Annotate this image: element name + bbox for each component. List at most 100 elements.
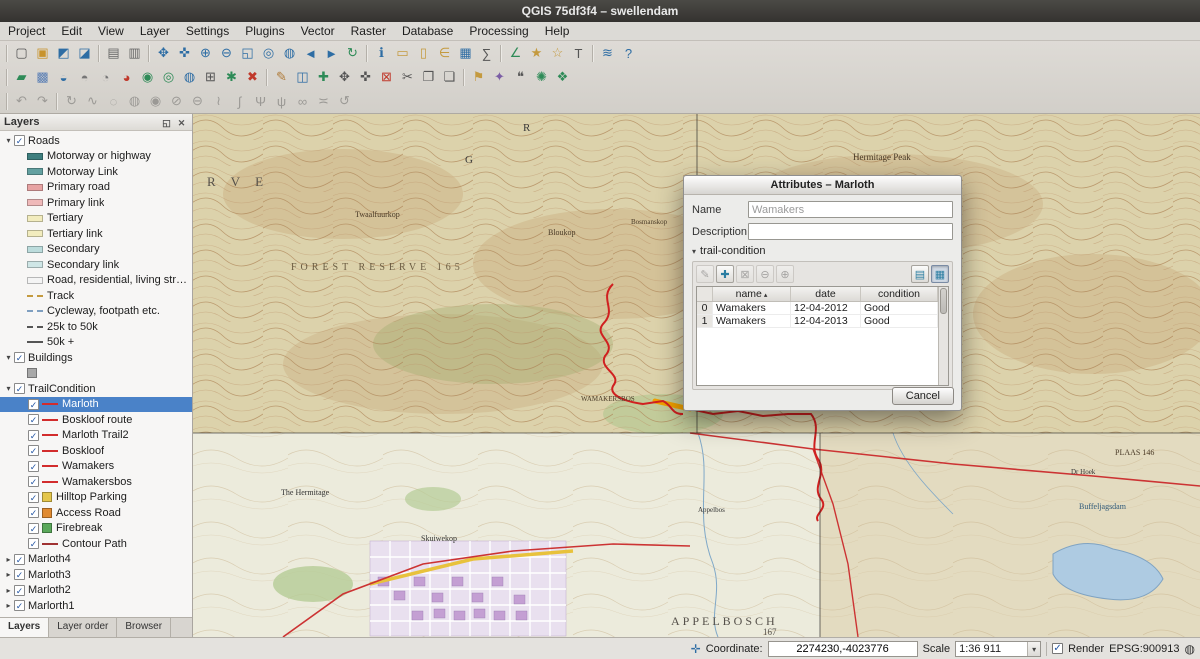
- layer-item[interactable]: 25k to 50k: [0, 319, 192, 335]
- scrollbar-thumb[interactable]: [940, 288, 947, 314]
- layer-checkbox[interactable]: ✓: [14, 383, 25, 394]
- composer-manager-icon[interactable]: ▥: [124, 43, 145, 64]
- render-checkbox[interactable]: ✓: [1052, 643, 1063, 654]
- close-panel-icon[interactable]: ✕: [175, 116, 188, 129]
- deselect-features-icon[interactable]: ▯: [413, 43, 434, 64]
- zoom-next-icon[interactable]: ►: [321, 43, 342, 64]
- pan-to-selection-icon[interactable]: ✜: [174, 43, 195, 64]
- rotate-feature-icon[interactable]: ↻: [61, 91, 82, 112]
- add-raster-layer-icon[interactable]: ▩: [32, 67, 53, 88]
- layer-checkbox[interactable]: ✓: [28, 476, 39, 487]
- layer-checkbox[interactable]: ✓: [14, 352, 25, 363]
- menu-item[interactable]: Plugins: [237, 24, 292, 38]
- open-project-icon[interactable]: ▣: [32, 43, 53, 64]
- redo-icon[interactable]: ↷: [32, 91, 53, 112]
- table-row[interactable]: 1 Wamakers 12-04-2013 Good: [697, 315, 938, 328]
- layer-checkbox[interactable]: ✓: [14, 569, 25, 580]
- undo-icon[interactable]: ↶: [11, 91, 32, 112]
- layer-item[interactable]: ✓ Boskloof route: [0, 412, 192, 428]
- layer-checkbox[interactable]: ✓: [28, 430, 39, 441]
- simplify-feature-icon[interactable]: ∿: [82, 91, 103, 112]
- layer-item[interactable]: ▾ ✓ Roads: [0, 133, 192, 149]
- zoom-to-selection-icon[interactable]: ◎: [258, 43, 279, 64]
- crs-status-icon[interactable]: ◍: [1185, 642, 1195, 656]
- row-name-cell[interactable]: Wamakers: [713, 315, 791, 327]
- layer-item[interactable]: ▸ ✓ Marloth2: [0, 583, 192, 599]
- zoom-to-layer-icon[interactable]: ◍: [279, 43, 300, 64]
- layer-checkbox[interactable]: ✓: [28, 523, 39, 534]
- layer-item[interactable]: Road, residential, living street, etc.: [0, 273, 192, 289]
- layer-item[interactable]: Cycleway, footpath etc.: [0, 304, 192, 320]
- delete-selected-icon[interactable]: ⊠: [376, 67, 397, 88]
- measure-line-icon[interactable]: ∠: [505, 43, 526, 64]
- layer-item[interactable]: ▸ ✓ Marloth4: [0, 552, 192, 568]
- layer-item[interactable]: ▾ ✓ Buildings: [0, 350, 192, 366]
- layer-item[interactable]: ✓ Firebreak: [0, 521, 192, 537]
- save-project-icon[interactable]: ◩: [53, 43, 74, 64]
- text-annotation-icon[interactable]: T: [568, 43, 589, 64]
- layer-item[interactable]: Primary road: [0, 180, 192, 196]
- identify-features-icon[interactable]: ℹ: [371, 43, 392, 64]
- header-date-cell[interactable]: date: [791, 287, 861, 301]
- field-calculator-icon[interactable]: ∑: [476, 43, 497, 64]
- select-features-icon[interactable]: ▭: [392, 43, 413, 64]
- save-project-as-icon[interactable]: ◪: [74, 43, 95, 64]
- menu-item[interactable]: Project: [0, 24, 53, 38]
- expand-arrow-icon[interactable]: ▸: [4, 555, 13, 564]
- add-mssql-layer-icon[interactable]: ◔: [95, 67, 116, 88]
- description-field[interactable]: [748, 223, 953, 240]
- menu-item[interactable]: View: [90, 24, 132, 38]
- add-feature-icon[interactable]: ✚: [313, 67, 334, 88]
- layer-item[interactable]: ▸ ✓ Marlorth1: [0, 598, 192, 614]
- layer-checkbox[interactable]: ✓: [14, 135, 25, 146]
- layer-item[interactable]: 50k +: [0, 335, 192, 351]
- layer-checkbox[interactable]: ✓: [14, 585, 25, 596]
- delete-ring-icon[interactable]: ⊘: [166, 91, 187, 112]
- delete-child-feature-icon[interactable]: ⊠: [736, 265, 754, 283]
- cancel-button[interactable]: Cancel: [892, 387, 954, 405]
- add-vector-layer-icon[interactable]: ▰: [11, 67, 32, 88]
- layer-labeling-icon[interactable]: ⚑: [468, 67, 489, 88]
- node-tool-icon[interactable]: ✜: [355, 67, 376, 88]
- offset-curve-icon[interactable]: ≀: [208, 91, 229, 112]
- expand-arrow-icon[interactable]: ▾: [4, 384, 13, 393]
- toggle-editing-icon[interactable]: ✎: [271, 67, 292, 88]
- link-feature-icon[interactable]: ⊖: [756, 265, 774, 283]
- new-print-composer-icon[interactable]: ▤: [103, 43, 124, 64]
- panel-tab[interactable]: Layer order: [49, 618, 117, 637]
- delete-part-icon[interactable]: ⊖: [187, 91, 208, 112]
- new-shapefile-layer-icon[interactable]: ✱: [221, 67, 242, 88]
- expand-arrow-icon[interactable]: ▸: [4, 570, 13, 579]
- add-ring-icon[interactable]: ◌: [103, 91, 124, 112]
- expand-arrow-icon[interactable]: ▸: [4, 586, 13, 595]
- zoom-in-icon[interactable]: ⊕: [195, 43, 216, 64]
- remove-layer-icon[interactable]: ✖: [242, 67, 263, 88]
- layer-item[interactable]: ✓ Contour Path: [0, 536, 192, 552]
- name-field[interactable]: [748, 201, 953, 218]
- help-contents-icon[interactable]: ?: [618, 43, 639, 64]
- add-wfs-layer-icon[interactable]: ◍: [179, 67, 200, 88]
- processing-toolbox-icon[interactable]: ✺: [531, 67, 552, 88]
- layer-checkbox[interactable]: ✓: [14, 600, 25, 611]
- split-features-icon[interactable]: Ψ: [250, 91, 271, 112]
- add-postgis-layer-icon[interactable]: ◒: [53, 67, 74, 88]
- layer-checkbox[interactable]: ✓: [28, 461, 39, 472]
- split-parts-icon[interactable]: ψ: [271, 91, 292, 112]
- menu-item[interactable]: Edit: [53, 24, 90, 38]
- add-wms-layer-icon[interactable]: ◉: [137, 67, 158, 88]
- add-part-icon[interactable]: ◍: [124, 91, 145, 112]
- table-scrollbar[interactable]: [938, 287, 948, 385]
- fill-ring-icon[interactable]: ◉: [145, 91, 166, 112]
- toggle-edit-icon[interactable]: ✎: [696, 265, 714, 283]
- new-bookmark-icon[interactable]: ☆: [547, 43, 568, 64]
- header-name-cell[interactable]: name▴: [713, 287, 791, 301]
- open-attribute-table-icon[interactable]: ▦: [455, 43, 476, 64]
- paste-features-icon[interactable]: ❏: [439, 67, 460, 88]
- copy-features-icon[interactable]: ❐: [418, 67, 439, 88]
- layer-item[interactable]: ▸ ✓ Marloth3: [0, 567, 192, 583]
- expand-arrow-icon[interactable]: ▸: [4, 601, 13, 610]
- reshape-features-icon[interactable]: ∫: [229, 91, 250, 112]
- layer-item[interactable]: ✓ Wamakers: [0, 459, 192, 475]
- unlink-feature-icon[interactable]: ⊕: [776, 265, 794, 283]
- zoom-last-icon[interactable]: ◄: [300, 43, 321, 64]
